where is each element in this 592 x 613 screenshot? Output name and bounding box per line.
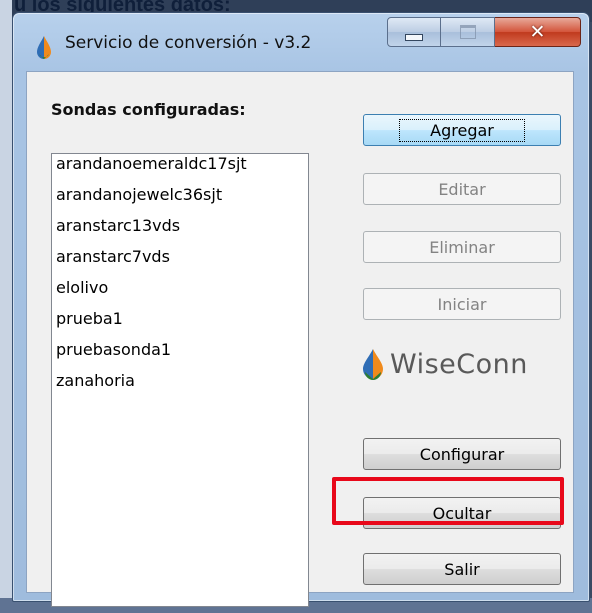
exit-button[interactable]: Salir (363, 553, 561, 585)
water-drop-icon (37, 36, 51, 59)
close-button[interactable]: ✕ (495, 17, 581, 47)
minimize-button[interactable] (387, 17, 441, 47)
list-item[interactable]: zanahoria (52, 371, 308, 402)
list-item[interactable]: arandanojewelc36sjt (52, 185, 308, 216)
window-title: Servicio de conversión - v3.2 (65, 33, 312, 53)
list-item[interactable]: prueba1 (52, 309, 308, 340)
close-icon: ✕ (529, 20, 546, 43)
start-button: Iniciar (363, 288, 561, 320)
highlight-box (332, 477, 564, 525)
probes-list-label: Sondas configuradas: (51, 100, 246, 119)
minimize-icon (405, 33, 423, 41)
list-item[interactable]: aranstarc7vds (52, 247, 308, 278)
add-button-label: Agregar (399, 118, 525, 142)
configure-button[interactable]: Configurar (363, 438, 561, 470)
logo-text: WiseConn (390, 348, 528, 380)
probes-list[interactable]: arandanoemeraldc17sjt arandanojewelc36sjt… (51, 153, 309, 607)
list-item[interactable]: elolivo (52, 278, 308, 309)
list-item[interactable]: arandanoemeraldc17sjt (52, 154, 308, 185)
list-item[interactable]: aranstarc13vds (52, 216, 308, 247)
maximize-button (441, 17, 495, 47)
list-item[interactable]: pruebasonda1 (52, 340, 308, 371)
edit-button: Editar (363, 173, 561, 205)
delete-button: Eliminar (363, 231, 561, 263)
add-button[interactable]: Agregar (363, 114, 561, 146)
title-bar[interactable]: Servicio de conversión - v3.2 ✕ (13, 13, 589, 71)
logo-drop-icon (363, 349, 383, 380)
maximize-icon (459, 25, 476, 39)
caption-buttons: ✕ (387, 17, 583, 51)
wiseconn-logo: WiseConn (360, 344, 528, 384)
background-edge (0, 0, 12, 613)
